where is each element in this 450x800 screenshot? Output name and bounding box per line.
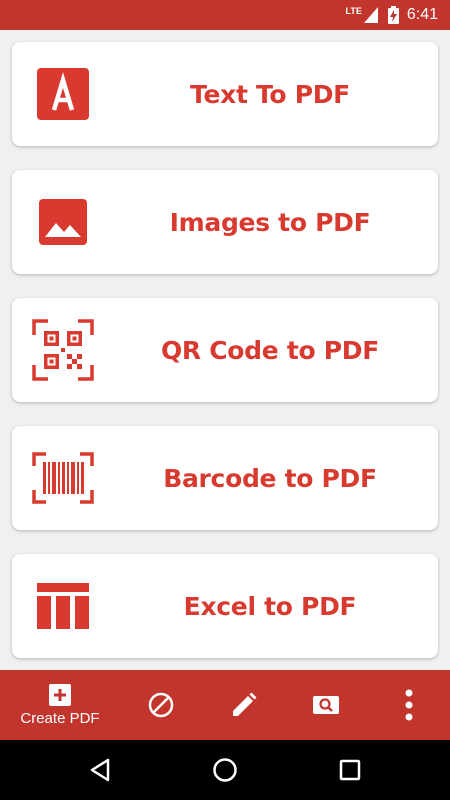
- card-label: Text To PDF: [190, 79, 350, 109]
- back-button[interactable]: [78, 740, 122, 800]
- recents-button[interactable]: [328, 740, 372, 800]
- excel-to-pdf-card[interactable]: Excel to PDF: [12, 554, 438, 658]
- block-button[interactable]: [135, 670, 187, 740]
- barcode-to-pdf-card[interactable]: Barcode to PDF: [12, 426, 438, 530]
- barcode-icon: [30, 445, 96, 511]
- create-pdf-button[interactable]: Create PDF: [5, 670, 115, 740]
- qr-code-to-pdf-card[interactable]: QR Code to PDF: [12, 298, 438, 402]
- table-icon: [30, 573, 96, 639]
- card-label: Barcode to PDF: [163, 463, 377, 493]
- card-label: QR Code to PDF: [160, 335, 380, 365]
- card-label: Images to PDF: [169, 207, 371, 237]
- home-circle-icon: [213, 758, 237, 782]
- block-icon: [148, 692, 174, 718]
- signal-icon: [363, 7, 378, 23]
- image-search-button[interactable]: [300, 670, 352, 740]
- system-navigation-bar: [0, 740, 450, 800]
- battery-charging-icon: [387, 6, 399, 24]
- text-a-icon: [30, 61, 96, 127]
- status-bar: LTE 6:41: [0, 0, 450, 30]
- text-to-pdf-card[interactable]: Text To PDF: [12, 42, 438, 146]
- clock: 6:41: [406, 6, 438, 23]
- search-image-icon: [313, 696, 339, 714]
- bottom-navigation: Create PDF: [0, 670, 450, 740]
- edit-button[interactable]: [218, 670, 270, 740]
- plus-icon: [49, 683, 71, 706]
- images-to-pdf-card[interactable]: Images to PDF: [12, 170, 438, 274]
- card-label: Excel to PDF: [183, 591, 357, 621]
- create-pdf-label: Create PDF: [20, 709, 100, 727]
- network-type: LTE: [345, 6, 362, 16]
- pencil-icon: [233, 692, 257, 716]
- tool-list: Text To PDF Images to PDF QR Code to PDF…: [0, 30, 450, 670]
- qr-code-icon: [30, 317, 96, 383]
- image-icon: [30, 189, 96, 255]
- back-triangle-icon: [90, 758, 110, 782]
- more-options-button[interactable]: [383, 670, 435, 740]
- more-vert-icon: [405, 689, 413, 721]
- recents-square-icon: [339, 759, 361, 781]
- home-button[interactable]: [203, 740, 247, 800]
